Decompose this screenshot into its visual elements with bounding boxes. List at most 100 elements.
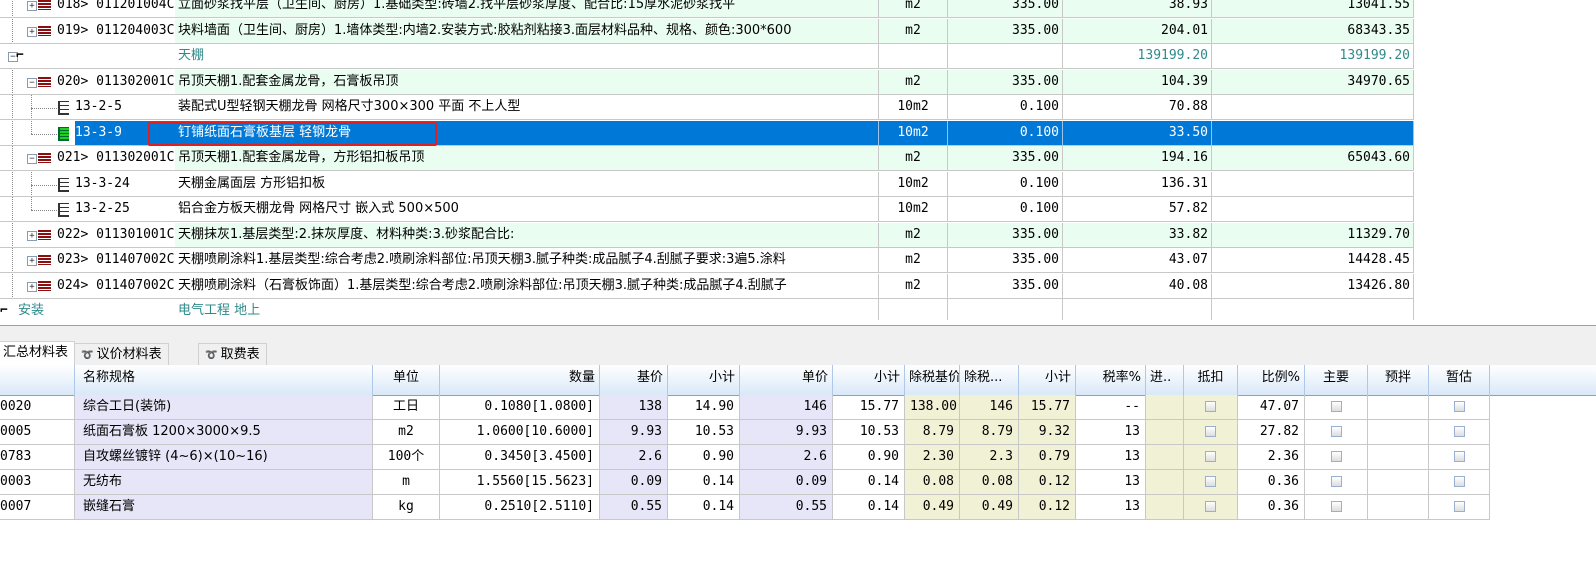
column-header[interactable]: 名称规格 xyxy=(75,365,373,395)
material-cell[interactable]: 0.09 xyxy=(740,470,833,495)
item-unit[interactable]: m2 xyxy=(879,222,948,247)
material-cell[interactable]: 0.3450[3.4500] xyxy=(440,445,600,470)
item-name[interactable]: 天棚金属面层 方形铝扣板 xyxy=(175,171,879,196)
material-cell[interactable]: 嵌缝石膏 xyxy=(75,495,373,520)
material-cell[interactable]: 13 xyxy=(1076,495,1146,520)
item-qty[interactable]: 0.100 xyxy=(948,120,1063,145)
material-row[interactable]: 0783 自攻螺丝镀锌 (4~6)×(10~16) 100个 0.3450[3.450… xyxy=(0,445,1596,470)
column-header[interactable]: 基价 xyxy=(600,365,668,395)
material-cell[interactable]: 纸面石膏板 1200×3000×9.5 xyxy=(75,420,373,445)
material-cell[interactable]: 138.00 xyxy=(905,395,960,420)
material-cell[interactable]: 8.79 xyxy=(960,420,1019,445)
item-price[interactable]: 33.82 xyxy=(1063,222,1212,247)
item-unit[interactable]: 10m2 xyxy=(879,120,948,145)
material-cell[interactable] xyxy=(1184,395,1238,420)
expand-icon[interactable]: + xyxy=(27,26,37,37)
material-cell[interactable]: 0.14 xyxy=(668,470,740,495)
item-total[interactable]: 65043.60 xyxy=(1212,146,1414,170)
material-cell[interactable]: 0.14 xyxy=(833,495,905,520)
checkbox[interactable] xyxy=(1330,501,1342,512)
checkbox[interactable] xyxy=(1453,476,1465,487)
item-unit[interactable]: 10m2 xyxy=(879,197,948,221)
item-total[interactable] xyxy=(1212,197,1414,221)
tree-row[interactable]: +022> 011301001C 天棚抹灰1.基层类型:2.抹灰厚度、材料种类:3… xyxy=(0,222,1414,248)
item-total[interactable] xyxy=(1212,95,1414,119)
column-header[interactable]: 小计 xyxy=(1019,365,1076,395)
column-header[interactable] xyxy=(0,365,75,395)
material-cell[interactable]: 0.79 xyxy=(1019,445,1076,470)
item-price[interactable]: 38.93 xyxy=(1063,0,1212,17)
column-header[interactable]: 暂估 xyxy=(1429,365,1490,395)
tree-row[interactable]: +018> 011201004C 立面砂浆找平层（卫生间、厨房）1.基础类型:砖墙… xyxy=(0,0,1414,18)
material-cell[interactable] xyxy=(1305,495,1368,520)
item-qty[interactable] xyxy=(948,44,1063,68)
expand-icon[interactable]: + xyxy=(27,256,37,266)
item-qty[interactable]: 335.00 xyxy=(948,18,1063,43)
material-row[interactable]: 0003 无纺布 m 1.5560[15.5623] 0.09 0.14 0.09 0.14 0… xyxy=(0,470,1596,495)
item-total[interactable]: 13426.80 xyxy=(1212,273,1414,298)
checkbox[interactable] xyxy=(1205,476,1216,487)
checkbox[interactable] xyxy=(1205,451,1216,462)
column-header[interactable]: 除税基价 xyxy=(905,365,960,395)
material-cell[interactable]: 0783 xyxy=(0,445,75,470)
expand-icon[interactable]: + xyxy=(27,281,37,292)
item-total[interactable]: 14428.45 xyxy=(1212,248,1414,272)
material-cell[interactable] xyxy=(1146,470,1184,495)
column-header[interactable]: 主要 xyxy=(1305,365,1368,395)
material-cell[interactable]: 15.77 xyxy=(833,395,905,420)
material-cell[interactable] xyxy=(1184,470,1238,495)
tree-row[interactable]: − 021> 011302001C 吊顶天棚1.配套金属龙骨，方形铝扣板吊顶 m2 33… xyxy=(0,146,1414,171)
tree-row[interactable]: 13-2-25 铝合金方板天棚龙骨 网格尺寸 嵌入式 500×500 10m2 0.1… xyxy=(0,197,1414,222)
column-header[interactable]: 单位 xyxy=(373,365,440,395)
material-cell[interactable]: 14.90 xyxy=(668,395,740,420)
material-cell[interactable]: 2.6 xyxy=(740,445,833,470)
material-cell[interactable]: 2.36 xyxy=(1238,445,1305,470)
material-cell[interactable] xyxy=(1146,445,1184,470)
tree-row[interactable]: +023> 011407002C 天棚喷刷涂料1.基层类型:综合考虑2.喷刷涂料部… xyxy=(0,248,1414,273)
material-cell[interactable]: 0003 xyxy=(0,470,75,495)
expand-icon[interactable]: + xyxy=(27,1,37,11)
checkbox[interactable] xyxy=(1205,401,1216,412)
material-cell[interactable]: 10.53 xyxy=(833,420,905,445)
material-cell[interactable]: 9.93 xyxy=(740,420,833,445)
material-cell[interactable] xyxy=(1368,445,1429,470)
item-qty[interactable]: 0.100 xyxy=(948,95,1063,119)
material-cell[interactable]: 2.3 xyxy=(960,445,1019,470)
item-unit[interactable]: m2 xyxy=(879,69,948,94)
item-unit[interactable]: m2 xyxy=(879,248,948,272)
item-unit[interactable]: m2 xyxy=(879,146,948,170)
material-cell[interactable]: 13 xyxy=(1076,445,1146,470)
item-unit[interactable]: m2 xyxy=(879,0,948,17)
material-row[interactable]: 0007 嵌缝石膏 kg 0.2510[2.5110] 0.55 0.14 0.55 0.14… xyxy=(0,495,1596,520)
material-cell[interactable] xyxy=(1305,420,1368,445)
item-qty[interactable]: 0.100 xyxy=(948,197,1063,221)
column-header[interactable]: 单价 xyxy=(740,365,833,395)
item-unit[interactable]: 10m2 xyxy=(879,95,948,119)
material-cell[interactable] xyxy=(1429,470,1490,495)
checkbox[interactable] xyxy=(1330,401,1342,412)
material-cell[interactable] xyxy=(1146,495,1184,520)
material-cell[interactable]: 0.55 xyxy=(600,495,668,520)
item-name[interactable]: 天棚抹灰1.基层类型:2.抹灰厚度、材料种类:3.砂浆配合比: xyxy=(175,222,879,247)
material-cell[interactable]: 146 xyxy=(960,395,1019,420)
item-unit[interactable]: m2 xyxy=(879,18,948,43)
material-cell[interactable] xyxy=(1429,495,1490,520)
checkbox[interactable] xyxy=(1205,501,1216,512)
material-cell[interactable] xyxy=(1184,495,1238,520)
item-total[interactable]: 11329.70 xyxy=(1212,222,1414,247)
tree-row[interactable]: 13-3-24 天棚金属面层 方形铝扣板 10m2 0.100 136.31 xyxy=(0,171,1414,197)
material-cell[interactable]: 138 xyxy=(600,395,668,420)
expand-icon[interactable]: + xyxy=(27,230,37,241)
checkbox[interactable] xyxy=(1205,426,1216,437)
tree-row[interactable]: +019> 011204003C 块料墙面（卫生间、厨房）1.墙体类型:内墙2.安… xyxy=(0,18,1414,44)
item-name[interactable]: 天棚喷刷涂料1.基层类型:综合考虑2.喷刷涂料部位:吊顶天棚3.腻子种类:成品腻… xyxy=(175,248,879,272)
material-row[interactable]: 0020 综合工日(装饰) 工日 0.1080[1.0800] 138 14.90 146 1… xyxy=(0,395,1596,420)
checkbox[interactable] xyxy=(1330,451,1342,462)
tree-row[interactable]: 13-3-9 钉铺纸面石膏板基层 轻钢龙骨 10m2 0.100 33.50 xyxy=(0,120,1414,146)
item-qty[interactable]: 335.00 xyxy=(948,69,1063,94)
material-cell[interactable]: 13 xyxy=(1076,420,1146,445)
item-qty[interactable]: 0.100 xyxy=(948,171,1063,196)
material-cell[interactable]: 0.49 xyxy=(905,495,960,520)
tab-2[interactable]: ➰ 取费表 xyxy=(198,343,267,366)
item-total[interactable]: 139199.20 xyxy=(1212,44,1414,68)
